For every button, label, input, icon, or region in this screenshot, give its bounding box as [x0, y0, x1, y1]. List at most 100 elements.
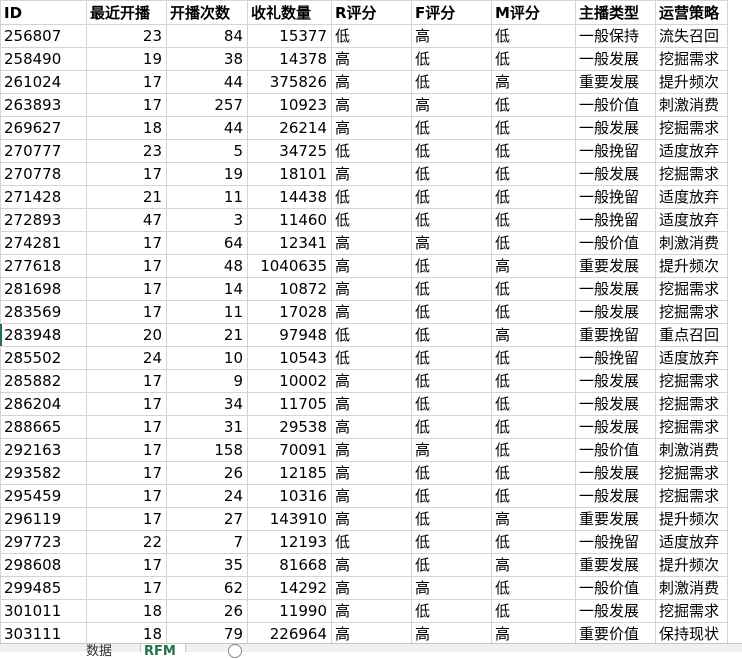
- table-cell[interactable]: 低: [411, 530, 492, 554]
- column-header[interactable]: ID: [0, 0, 87, 25]
- table-cell[interactable]: 高: [411, 24, 492, 48]
- table-cell[interactable]: 34: [166, 392, 248, 416]
- table-cell[interactable]: 3: [166, 208, 248, 232]
- table-cell[interactable]: 17: [86, 484, 167, 508]
- table-cell[interactable]: 27: [166, 507, 248, 531]
- table-cell[interactable]: 低: [491, 438, 576, 462]
- table-cell[interactable]: 低: [491, 300, 576, 324]
- table-cell[interactable]: 一般发展: [575, 415, 656, 439]
- table-cell[interactable]: 重要挽留: [575, 323, 656, 347]
- table-cell[interactable]: 低: [331, 530, 412, 554]
- table-cell[interactable]: 低: [491, 231, 576, 255]
- table-cell[interactable]: 14378: [247, 47, 332, 71]
- table-cell[interactable]: 高: [331, 392, 412, 416]
- table-cell[interactable]: 一般价值: [575, 438, 656, 462]
- table-cell[interactable]: 5: [166, 139, 248, 163]
- table-cell[interactable]: 70091: [247, 438, 332, 462]
- table-cell[interactable]: 285882: [0, 369, 87, 393]
- table-cell[interactable]: 19: [166, 162, 248, 186]
- table-cell[interactable]: 84: [166, 24, 248, 48]
- table-cell[interactable]: 刺激消费: [655, 93, 728, 117]
- table-cell[interactable]: 17: [86, 507, 167, 531]
- table-cell[interactable]: 10543: [247, 346, 332, 370]
- table-cell[interactable]: 高: [491, 553, 576, 577]
- table-cell[interactable]: 一般发展: [575, 599, 656, 623]
- table-cell[interactable]: 刺激消费: [655, 231, 728, 255]
- sheet-tab-data[interactable]: 数据: [86, 645, 112, 658]
- table-cell[interactable]: 11705: [247, 392, 332, 416]
- table-cell[interactable]: 17: [86, 553, 167, 577]
- table-cell[interactable]: 17: [86, 300, 167, 324]
- table-cell[interactable]: 10316: [247, 484, 332, 508]
- table-cell[interactable]: 一般挽留: [575, 530, 656, 554]
- table-cell[interactable]: 高: [331, 162, 412, 186]
- table-cell[interactable]: 低: [491, 392, 576, 416]
- table-cell[interactable]: 274281: [0, 231, 87, 255]
- table-cell[interactable]: 低: [491, 277, 576, 301]
- table-cell[interactable]: 低: [411, 300, 492, 324]
- table-cell[interactable]: 低: [411, 70, 492, 94]
- table-cell[interactable]: 高: [411, 231, 492, 255]
- add-sheet-icon[interactable]: [228, 644, 242, 658]
- table-cell[interactable]: 高: [331, 231, 412, 255]
- table-cell[interactable]: 一般价值: [575, 231, 656, 255]
- table-cell[interactable]: 低: [411, 139, 492, 163]
- table-cell[interactable]: 高: [331, 254, 412, 278]
- table-cell[interactable]: 低: [411, 277, 492, 301]
- column-header[interactable]: 运营策略: [655, 0, 728, 25]
- table-cell[interactable]: 一般挽留: [575, 139, 656, 163]
- table-cell[interactable]: 10872: [247, 277, 332, 301]
- table-cell[interactable]: 17: [86, 576, 167, 600]
- table-cell[interactable]: 低: [491, 599, 576, 623]
- table-cell[interactable]: 挖掘需求: [655, 415, 728, 439]
- table-cell[interactable]: 挖掘需求: [655, 599, 728, 623]
- table-cell[interactable]: 一般挽留: [575, 185, 656, 209]
- table-cell[interactable]: 一般发展: [575, 162, 656, 186]
- table-cell[interactable]: 283948: [0, 323, 87, 347]
- table-cell[interactable]: 低: [491, 93, 576, 117]
- table-cell[interactable]: 299485: [0, 576, 87, 600]
- table-cell[interactable]: 低: [491, 369, 576, 393]
- table-cell[interactable]: 23: [86, 24, 167, 48]
- table-cell[interactable]: 挖掘需求: [655, 162, 728, 186]
- table-cell[interactable]: 18: [86, 599, 167, 623]
- table-cell[interactable]: 低: [491, 24, 576, 48]
- table-cell[interactable]: 低: [491, 116, 576, 140]
- table-cell[interactable]: 17: [86, 438, 167, 462]
- table-cell[interactable]: 一般价值: [575, 93, 656, 117]
- table-cell[interactable]: 9: [166, 369, 248, 393]
- table-cell[interactable]: 低: [491, 139, 576, 163]
- table-cell[interactable]: 17: [86, 392, 167, 416]
- table-cell[interactable]: 挖掘需求: [655, 461, 728, 485]
- table-cell[interactable]: 高: [331, 70, 412, 94]
- table-cell[interactable]: 适度放弃: [655, 530, 728, 554]
- table-cell[interactable]: 低: [331, 323, 412, 347]
- table-cell[interactable]: 11460: [247, 208, 332, 232]
- column-header[interactable]: M评分: [491, 0, 576, 25]
- table-cell[interactable]: 26: [166, 599, 248, 623]
- table-cell[interactable]: 261024: [0, 70, 87, 94]
- table-cell[interactable]: 293582: [0, 461, 87, 485]
- table-cell[interactable]: 17: [86, 277, 167, 301]
- table-cell[interactable]: 81668: [247, 553, 332, 577]
- table-cell[interactable]: 257: [166, 93, 248, 117]
- table-cell[interactable]: 19: [86, 47, 167, 71]
- table-cell[interactable]: 17028: [247, 300, 332, 324]
- table-cell[interactable]: 11: [166, 300, 248, 324]
- table-cell[interactable]: 47: [86, 208, 167, 232]
- table-cell[interactable]: 12185: [247, 461, 332, 485]
- table-cell[interactable]: 271428: [0, 185, 87, 209]
- table-cell[interactable]: 高: [411, 93, 492, 117]
- table-cell[interactable]: 一般发展: [575, 484, 656, 508]
- table-cell[interactable]: 提升频次: [655, 553, 728, 577]
- table-cell[interactable]: 48: [166, 254, 248, 278]
- table-cell[interactable]: 适度放弃: [655, 185, 728, 209]
- table-cell[interactable]: 一般发展: [575, 47, 656, 71]
- table-cell[interactable]: 流失召回: [655, 24, 728, 48]
- table-cell[interactable]: 44: [166, 116, 248, 140]
- table-cell[interactable]: 刺激消费: [655, 576, 728, 600]
- table-cell[interactable]: 挖掘需求: [655, 369, 728, 393]
- table-cell[interactable]: 21: [86, 185, 167, 209]
- table-cell[interactable]: 10: [166, 346, 248, 370]
- table-cell[interactable]: 适度放弃: [655, 346, 728, 370]
